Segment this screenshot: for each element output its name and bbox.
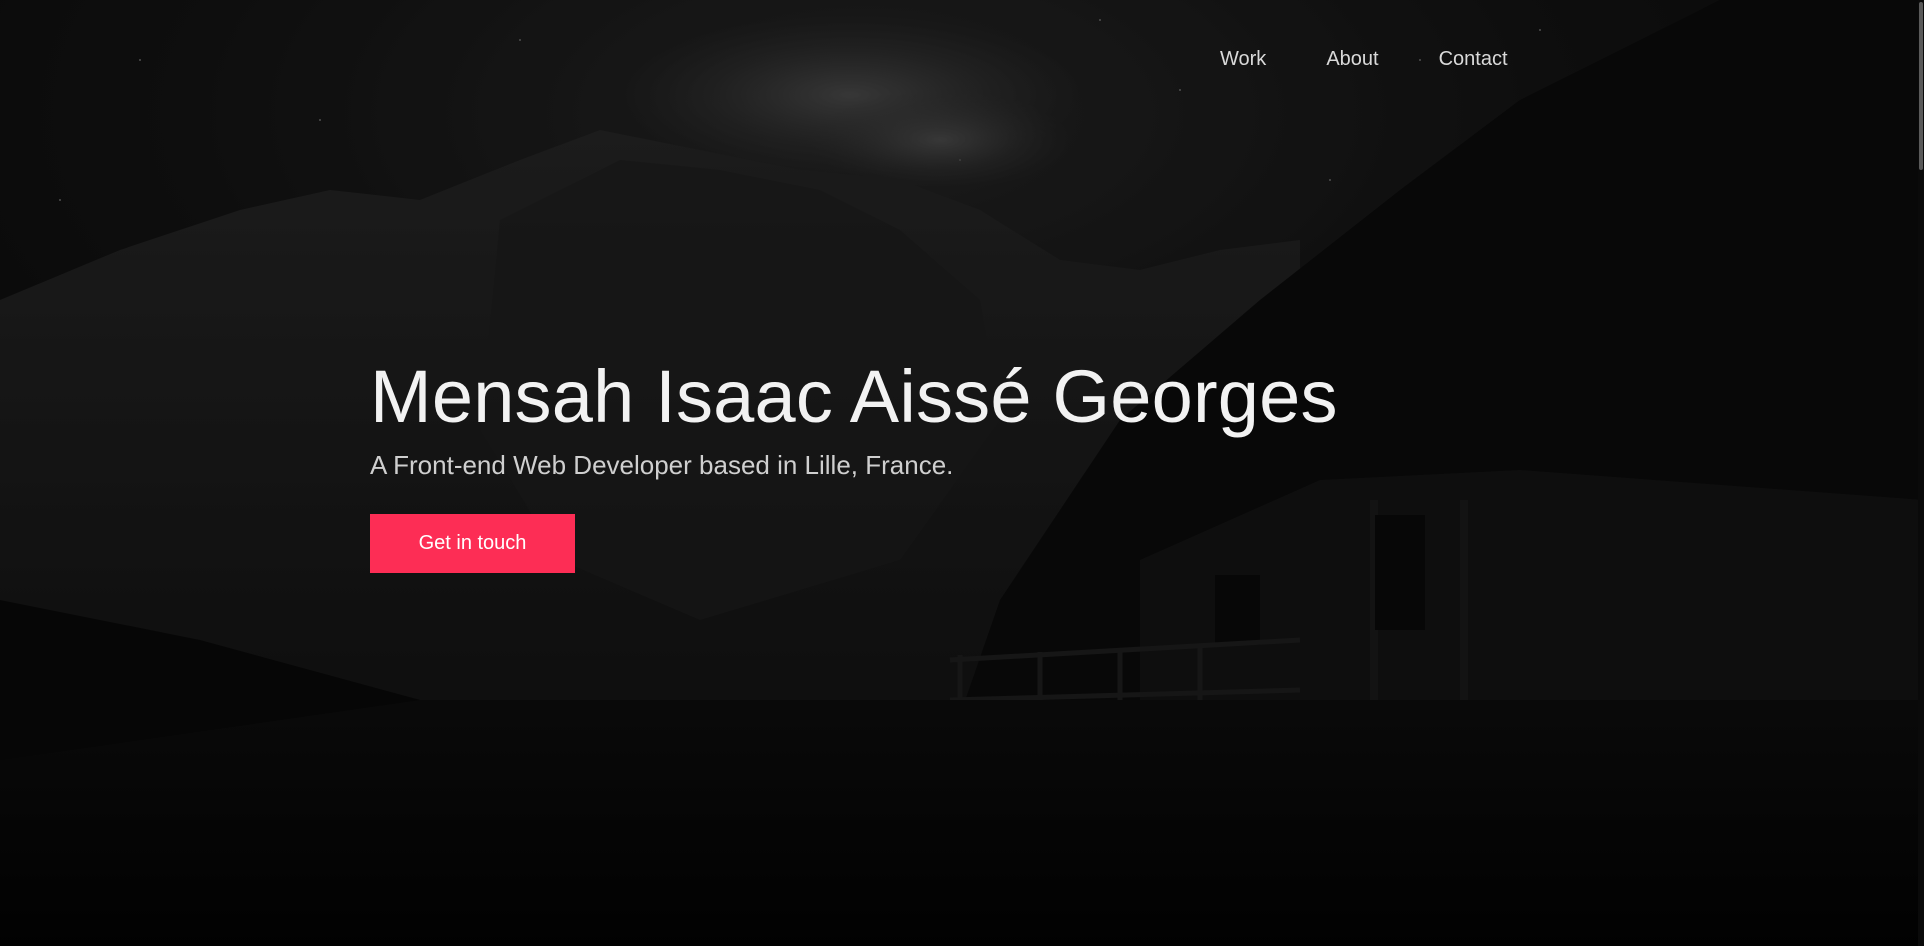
main-nav: Work About Contact <box>1220 46 1508 72</box>
nav-link-about[interactable]: About <box>1326 46 1378 72</box>
get-in-touch-button[interactable]: Get in touch <box>370 514 575 573</box>
scrollbar-thumb[interactable] <box>1919 2 1923 170</box>
vertical-scrollbar[interactable] <box>1918 0 1924 946</box>
nav-link-contact[interactable]: Contact <box>1439 46 1508 72</box>
page: Work About Contact Mensah Isaac Aissé Ge… <box>0 0 1924 946</box>
hero-subtitle: A Front-end Web Developer based in Lille… <box>370 450 954 480</box>
nav-link-work[interactable]: Work <box>1220 46 1266 72</box>
hero-title: Mensah Isaac Aissé Georges <box>370 355 1338 438</box>
hero-section: Mensah Isaac Aissé Georges A Front-end W… <box>370 352 1338 573</box>
